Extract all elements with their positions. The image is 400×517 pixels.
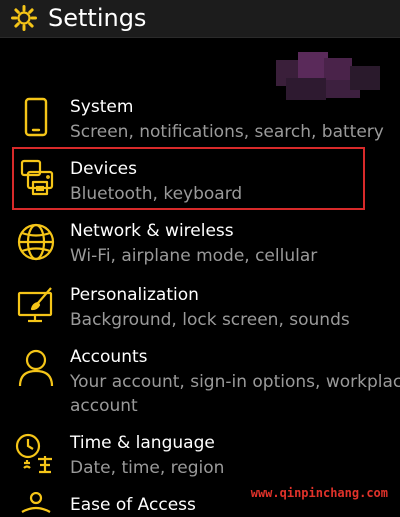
settings-item-title: Devices [70, 159, 137, 179]
paintbrush-monitor-icon [17, 287, 53, 323]
gear-icon [11, 5, 37, 31]
settings-item-subtitle: Wi-Fi, airplane mode, cellular [70, 246, 318, 266]
settings-item-subtitle: Screen, notifications, search, battery [70, 122, 384, 142]
settings-item-devices[interactable]: Devices Bluetooth, keyboard [0, 154, 400, 206]
phone-icon [24, 97, 48, 137]
settings-item-subtitle-continued: account [70, 396, 138, 416]
settings-item-subtitle: Bluetooth, keyboard [70, 184, 243, 204]
settings-item-title: Ease of Access [70, 495, 196, 515]
settings-item-title: System [70, 97, 134, 117]
settings-item-subtitle: Background, lock screen, sounds [70, 310, 350, 330]
app-header: Settings [0, 0, 400, 38]
settings-item-subtitle: Date, time, region [70, 458, 225, 478]
devices-printer-icon [20, 159, 54, 196]
settings-item-time-language[interactable]: Time & language Date, time, region [0, 428, 400, 480]
settings-item-subtitle: Your account, sign-in options, workplace [70, 372, 400, 392]
clock-language-icon [15, 433, 52, 474]
settings-item-title: Time & language [70, 433, 215, 453]
settings-item-personalization[interactable]: Personalization Background, lock screen,… [0, 280, 400, 332]
person-icon [18, 349, 54, 387]
settings-item-title: Personalization [70, 285, 199, 305]
globe-icon [17, 223, 55, 261]
page-title: Settings [48, 4, 147, 32]
watermark: www.qinpinchang.com [250, 486, 388, 500]
settings-item-network[interactable]: Network & wireless Wi-Fi, airplane mode,… [0, 216, 400, 268]
settings-item-title: Accounts [70, 347, 148, 367]
settings-item-system[interactable]: System Screen, notifications, search, ba… [0, 92, 400, 144]
ease-of-access-icon [21, 492, 51, 513]
settings-item-accounts[interactable]: Accounts Your account, sign-in options, … [0, 342, 400, 420]
settings-item-title: Network & wireless [70, 221, 234, 241]
